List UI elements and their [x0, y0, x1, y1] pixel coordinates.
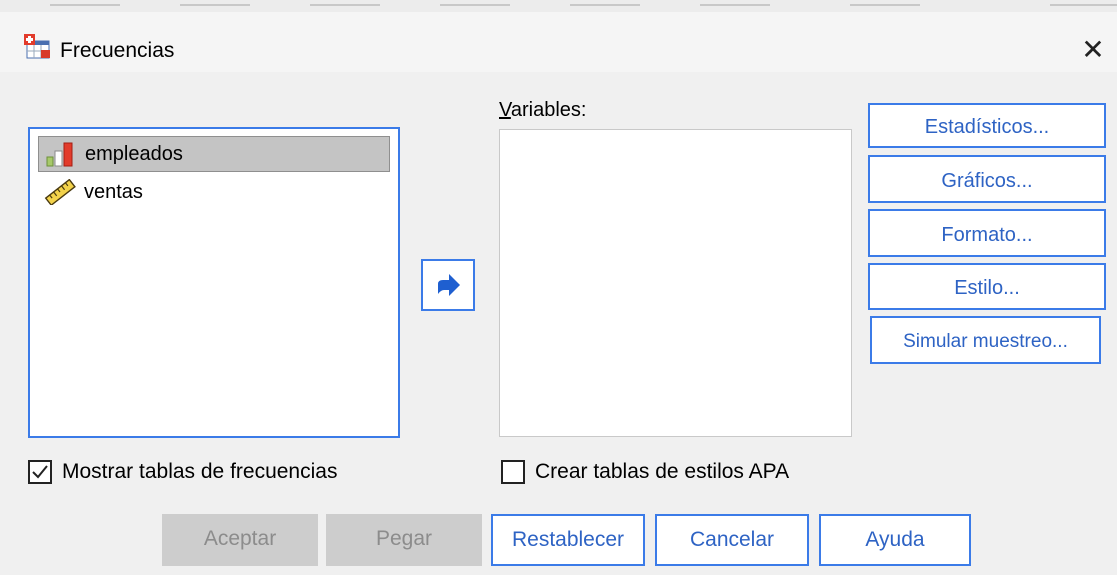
create-apa-tables-label: Crear tablas de estilos APA	[535, 460, 790, 483]
reset-button[interactable]: Restablecer	[491, 514, 645, 566]
paste-button[interactable]: Pegar	[326, 514, 482, 566]
variables-label-text: ariables:	[510, 99, 587, 121]
close-icon[interactable]: ✕	[1072, 30, 1114, 70]
list-item-label: ventas	[84, 180, 143, 203]
variables-label-mnemonic: V	[499, 99, 511, 121]
format-button[interactable]: Formato...	[868, 209, 1106, 257]
move-to-variables-button[interactable]	[421, 259, 475, 311]
checkmark-icon	[32, 465, 48, 479]
list-item-ventas[interactable]: ventas	[38, 174, 143, 210]
ordinal-bar-icon	[46, 142, 73, 167]
list-item-label: empleados	[85, 142, 183, 165]
simulate-sampling-button[interactable]: Simular muestreo...	[870, 316, 1101, 364]
list-item-empleados[interactable]: empleados	[38, 136, 390, 172]
statistics-button[interactable]: Estadísticos...	[868, 103, 1106, 148]
arrow-right-icon	[438, 274, 460, 296]
background-window-menu	[0, 0, 1117, 12]
help-button[interactable]: Ayuda	[819, 514, 971, 566]
checkbox-box[interactable]	[501, 460, 525, 484]
create-apa-tables-checkbox[interactable]: Crear tablas de estilos APA	[501, 460, 789, 484]
style-button[interactable]: Estilo...	[868, 263, 1106, 310]
charts-button[interactable]: Gráficos...	[868, 155, 1106, 203]
show-frequency-tables-checkbox[interactable]: Mostrar tablas de frecuencias	[28, 460, 337, 484]
title-bar: Frecuencias ✕	[0, 12, 1117, 72]
checkbox-box[interactable]	[28, 460, 52, 484]
accept-button[interactable]: Aceptar	[162, 514, 318, 566]
cancel-button[interactable]: Cancelar	[655, 514, 809, 566]
source-variable-list[interactable]: empleados ventas	[28, 127, 400, 438]
scale-ruler-icon	[44, 179, 76, 205]
frequencies-app-icon	[24, 34, 50, 59]
show-frequency-tables-label: Mostrar tablas de frecuencias	[62, 460, 338, 483]
variables-label: Variables:	[499, 99, 586, 122]
target-variables-list[interactable]	[499, 129, 852, 437]
window-title: Frecuencias	[60, 39, 175, 62]
